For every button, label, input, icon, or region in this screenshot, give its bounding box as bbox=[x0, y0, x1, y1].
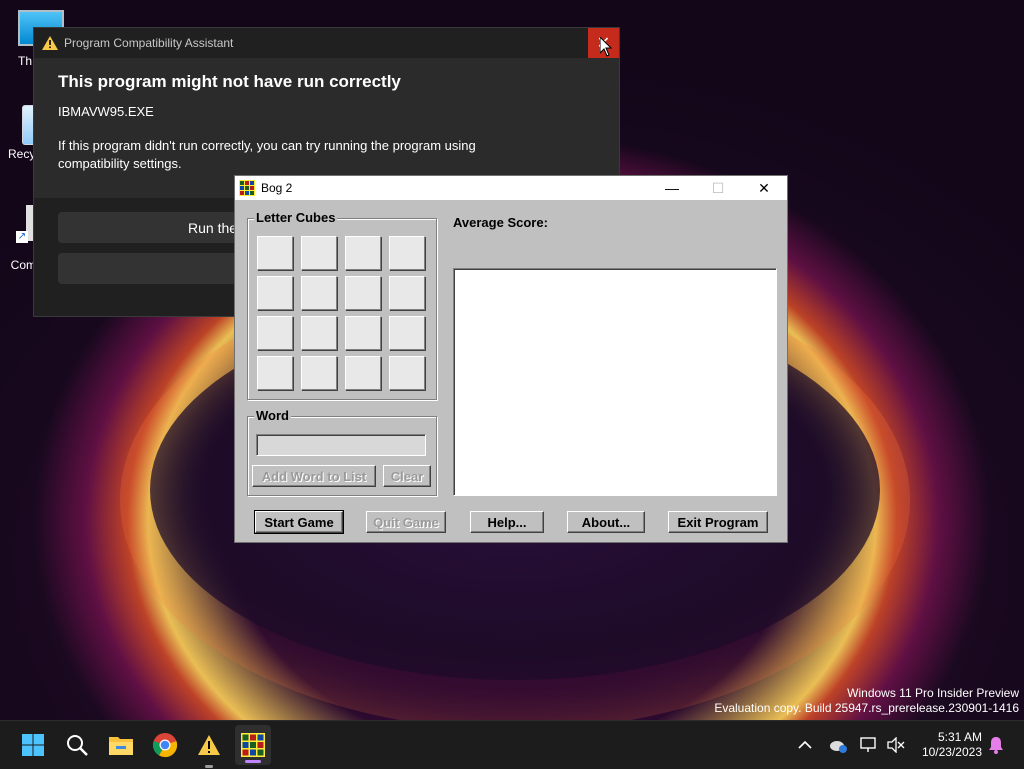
letter-cube[interactable] bbox=[257, 356, 293, 390]
chevron-up-icon bbox=[798, 740, 812, 749]
bog-app-icon bbox=[241, 733, 265, 757]
letter-cubes-group: Letter Cubes bbox=[247, 210, 437, 400]
watermark-line-1: Windows 11 Pro Insider Preview bbox=[847, 686, 1019, 700]
letter-cubes-label: Letter Cubes bbox=[254, 210, 338, 225]
letter-cube[interactable] bbox=[257, 276, 293, 310]
run-button-label: Run the bbox=[188, 219, 238, 236]
bog-window: Bog 2 — ☐ ✕ Letter Cubes Word Add Word t… bbox=[234, 175, 788, 543]
letter-cube[interactable] bbox=[301, 356, 337, 390]
warning-icon bbox=[198, 735, 220, 755]
clear-button[interactable]: Clear bbox=[383, 465, 431, 487]
clock-date: 10/23/2023 bbox=[921, 745, 982, 759]
windows-start-icon bbox=[22, 734, 44, 756]
exit-program-button[interactable]: Exit Program bbox=[668, 511, 768, 533]
file-explorer-icon bbox=[109, 737, 133, 755]
show-hidden-icons-button[interactable] bbox=[798, 721, 812, 769]
minimize-icon: — bbox=[665, 180, 679, 196]
letter-cube[interactable] bbox=[301, 276, 337, 310]
chrome-button[interactable] bbox=[151, 731, 179, 759]
help-button[interactable]: Help... bbox=[470, 511, 544, 533]
pca-titlebar: Program Compatibility Assistant ✕ bbox=[34, 28, 619, 58]
volume-tray-button[interactable] bbox=[886, 721, 906, 769]
start-game-button[interactable]: Start Game bbox=[254, 510, 344, 534]
about-button[interactable]: About... bbox=[567, 511, 645, 533]
letter-cube[interactable] bbox=[345, 276, 381, 310]
letter-cube[interactable] bbox=[301, 316, 337, 350]
cloud-icon bbox=[830, 741, 847, 753]
average-score-label: Average Score: bbox=[453, 215, 548, 230]
onedrive-tray-button[interactable] bbox=[828, 721, 848, 769]
word-group: Word Add Word to List Clear bbox=[247, 408, 437, 496]
clock[interactable]: 5:31 AM 10/23/2023 bbox=[916, 721, 982, 769]
compatibility-assistant-taskbar-button[interactable] bbox=[195, 731, 223, 768]
letter-cube[interactable] bbox=[345, 236, 381, 270]
taskbar: 5:31 AM 10/23/2023 bbox=[0, 720, 1024, 769]
minimize-button[interactable]: — bbox=[649, 176, 695, 200]
clock-time: 5:31 AM bbox=[937, 730, 982, 744]
mouse-cursor-icon bbox=[600, 37, 612, 57]
network-tray-button[interactable] bbox=[860, 721, 880, 769]
search-icon bbox=[67, 735, 88, 756]
bell-icon bbox=[989, 737, 1003, 754]
search-button[interactable] bbox=[63, 731, 91, 759]
letter-cube[interactable] bbox=[389, 236, 425, 270]
close-button[interactable]: ✕ bbox=[741, 176, 787, 200]
start-button[interactable] bbox=[19, 731, 47, 759]
bog-app-icon bbox=[239, 180, 255, 196]
file-explorer-button[interactable] bbox=[107, 731, 135, 759]
letter-cube[interactable] bbox=[389, 356, 425, 390]
letter-cube[interactable] bbox=[257, 236, 293, 270]
word-input[interactable] bbox=[256, 434, 426, 456]
notifications-button[interactable] bbox=[988, 721, 1004, 769]
watermark-line-2: Evaluation copy. Build 25947.rs_prerelea… bbox=[714, 701, 1019, 715]
network-icon bbox=[860, 737, 876, 752]
pca-heading: This program might not have run correctl… bbox=[58, 72, 401, 91]
maximize-icon: ☐ bbox=[711, 179, 725, 196]
quit-game-button[interactable]: Quit Game bbox=[366, 511, 446, 533]
bog-title: Bog 2 bbox=[261, 181, 293, 195]
maximize-button[interactable]: ☐ bbox=[695, 176, 741, 200]
active-indicator bbox=[245, 760, 261, 763]
chrome-icon bbox=[152, 733, 178, 758]
pca-message: If this program didn't run correctly, yo… bbox=[58, 138, 476, 171]
letter-cube[interactable] bbox=[345, 316, 381, 350]
word-list[interactable] bbox=[453, 268, 777, 496]
pca-exe-name: IBMAVW95.EXE bbox=[58, 104, 154, 119]
letter-cube[interactable] bbox=[301, 236, 337, 270]
bog-taskbar-button[interactable] bbox=[235, 725, 271, 765]
letter-cube[interactable] bbox=[257, 316, 293, 350]
bog-titlebar: Bog 2 — ☐ ✕ bbox=[235, 176, 787, 200]
word-label: Word bbox=[254, 408, 291, 423]
letter-cube[interactable] bbox=[345, 356, 381, 390]
letter-cube[interactable] bbox=[389, 316, 425, 350]
close-icon: ✕ bbox=[758, 179, 770, 196]
pca-title: Program Compatibility Assistant bbox=[64, 36, 234, 50]
warning-icon bbox=[42, 36, 58, 50]
add-word-button[interactable]: Add Word to List bbox=[252, 465, 376, 487]
letter-cube[interactable] bbox=[389, 276, 425, 310]
volume-muted-icon bbox=[887, 737, 905, 753]
